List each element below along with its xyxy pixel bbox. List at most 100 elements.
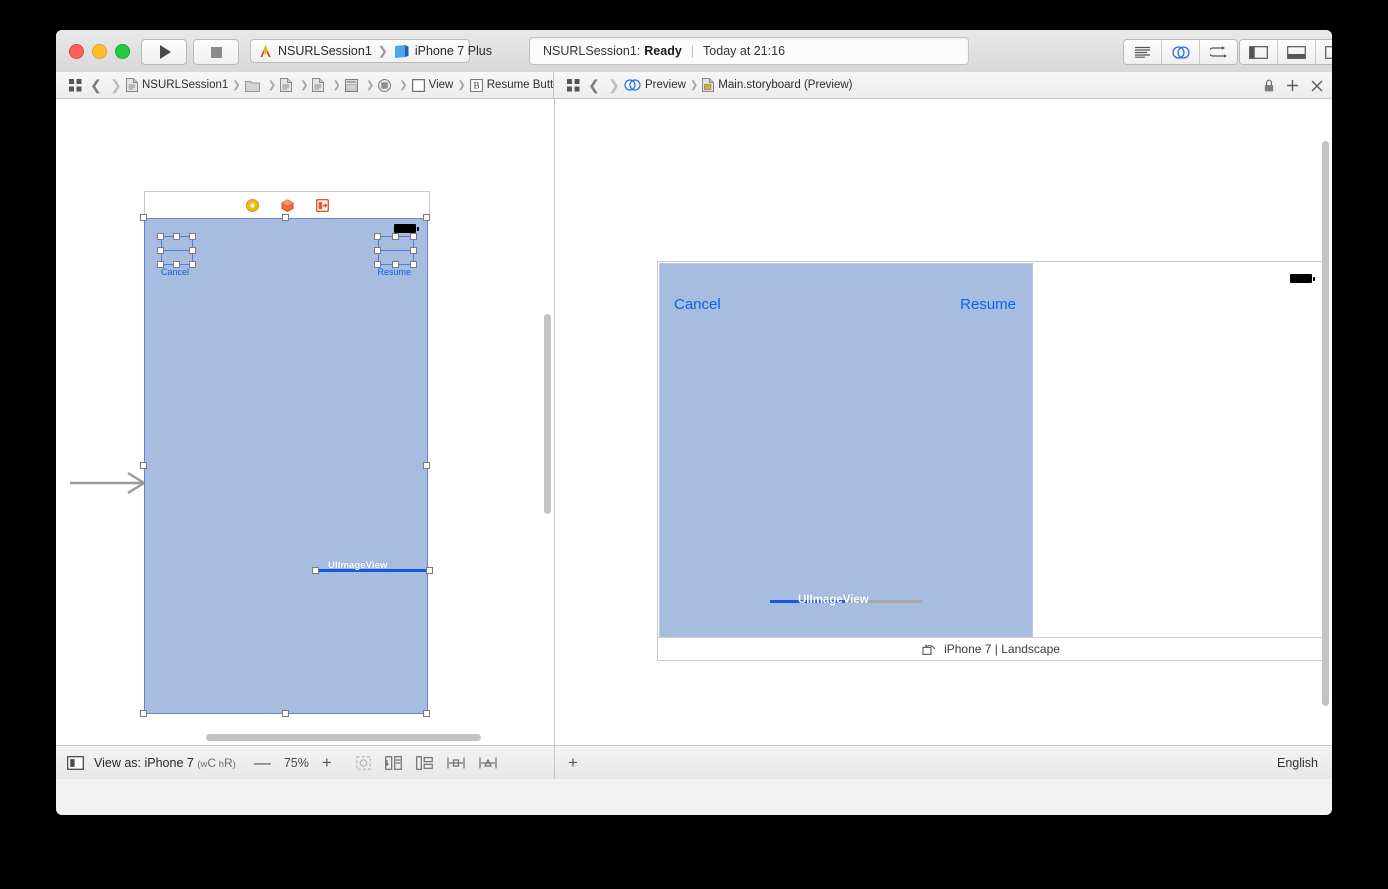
- selection-handle[interactable]: [423, 462, 430, 469]
- utilities-toggle-button[interactable]: [1316, 40, 1332, 64]
- preview-vertical-scrollbar[interactable]: [1322, 141, 1329, 706]
- lock-icon[interactable]: [1264, 79, 1274, 92]
- preview-device-caption-bar: iPhone 7 | Landscape: [658, 637, 1324, 660]
- close-window-button[interactable]: [69, 44, 84, 59]
- plus-icon[interactable]: [1286, 79, 1299, 92]
- run-button[interactable]: [141, 39, 187, 65]
- storyboard-entry-point-arrow: [70, 471, 147, 495]
- version-editor-button[interactable]: [1200, 40, 1237, 64]
- document-outline-icon: [67, 755, 84, 770]
- canvas-horizontal-scrollbar[interactable]: [206, 734, 481, 741]
- editor-mode-segmented-control[interactable]: [1123, 39, 1238, 65]
- interface-builder-canvas[interactable]: Cancel Resume UIImageView: [56, 99, 555, 745]
- breadcrumb-chevron-icon: ❯: [457, 79, 466, 91]
- selection-handle[interactable]: [140, 462, 147, 469]
- bottom-bar-left: View as: iPhone 7 (wC hR) — 75% +: [56, 746, 555, 779]
- breadcrumb-document-2[interactable]: [312, 78, 328, 92]
- breadcrumb-view[interactable]: View: [411, 78, 453, 92]
- breadcrumb-storyboard-preview[interactable]: Main.storyboard (Preview): [702, 78, 853, 92]
- jump-back-button[interactable]: ❮: [86, 74, 106, 96]
- zoom-in-button[interactable]: +: [322, 754, 332, 771]
- preview-jump-back-button[interactable]: ❮: [584, 74, 604, 96]
- view-controller-icon: [378, 78, 392, 92]
- breadcrumb-chevron-icon: ❯: [332, 79, 341, 91]
- minimize-window-button[interactable]: [92, 44, 107, 59]
- assistant-editor-button[interactable]: [1162, 40, 1200, 64]
- jump-forward-button[interactable]: ❯: [106, 74, 126, 96]
- canvas-image-view-label: UIImageView: [328, 560, 388, 571]
- breadcrumb-chevron-icon: ❯: [365, 79, 375, 91]
- view-as-control[interactable]: View as: iPhone 7 (wC hR): [94, 756, 236, 770]
- view-controller-scene[interactable]: Cancel Resume UIImageView: [140, 191, 433, 717]
- utilities-panel-icon: [1325, 45, 1332, 59]
- add-preview-button[interactable]: +: [568, 753, 578, 773]
- breadcrumb-view-controller[interactable]: [378, 78, 395, 92]
- canvas-image-view[interactable]: UIImageView: [312, 560, 433, 575]
- selection-handle[interactable]: [423, 710, 430, 717]
- canvas-vertical-scrollbar[interactable]: [544, 314, 551, 514]
- canvas-cancel-button[interactable]: Cancel: [161, 267, 189, 277]
- standard-editor-button[interactable]: [1124, 40, 1162, 64]
- zoom-out-button[interactable]: —: [254, 754, 271, 771]
- status-divider: |: [690, 44, 695, 58]
- debug-panel-icon: [1287, 45, 1306, 59]
- trait-hr: R: [223, 755, 233, 770]
- selection-handle[interactable]: [140, 710, 147, 717]
- preview-pane[interactable]: Cancel Resume UIImageView iPhone 7 | Lan…: [555, 99, 1332, 745]
- root-view[interactable]: Cancel Resume: [144, 218, 428, 714]
- document-icon: [280, 78, 293, 92]
- zoom-window-button[interactable]: [115, 44, 130, 59]
- related-items-button-preview[interactable]: [562, 74, 584, 96]
- preview-image-view: UIImageView: [770, 594, 922, 608]
- document-outline-toggle-button[interactable]: [67, 755, 84, 770]
- preview-bar-actions: [1264, 72, 1323, 99]
- breadcrumb-scene[interactable]: [344, 78, 362, 92]
- breadcrumb-project-label: NSURLSession1: [142, 79, 229, 91]
- breadcrumb-preview-mode[interactable]: Preview: [624, 79, 686, 91]
- breadcrumb-folder[interactable]: [244, 79, 264, 92]
- zoom-level[interactable]: 75%: [284, 756, 309, 770]
- document-icon: [312, 78, 325, 92]
- preview-device-caption[interactable]: iPhone 7 | Landscape: [944, 642, 1060, 656]
- selection-handle[interactable]: [140, 214, 147, 221]
- first-responder-dock-icon[interactable]: [281, 198, 294, 212]
- selection-handle[interactable]: [426, 566, 433, 574]
- related-items-button[interactable]: [64, 74, 86, 96]
- status-timestamp: Today at 21:16: [703, 44, 786, 58]
- preview-resume-button[interactable]: Resume: [960, 296, 1016, 313]
- navigator-toggle-button[interactable]: [1240, 40, 1278, 64]
- panel-toggle-segmented-control[interactable]: [1239, 39, 1332, 65]
- xcode-window: NSURLSession1 ❯ iPhone 7 Plus NSURLSessi…: [56, 30, 1332, 815]
- storyboard-scene-icon: [344, 78, 358, 92]
- resolve-auto-layout-issues-button[interactable]: [415, 755, 433, 770]
- breadcrumb-project[interactable]: NSURLSession1: [126, 78, 228, 92]
- align-button[interactable]: [447, 756, 465, 770]
- preview-cancel-button[interactable]: Cancel: [674, 296, 721, 313]
- scheme-selector[interactable]: NSURLSession1 ❯ iPhone 7 Plus: [250, 39, 492, 63]
- debug-area-toggle-button[interactable]: [1278, 40, 1316, 64]
- preview-device-frame[interactable]: Cancel Resume UIImageView iPhone 7 | Lan…: [657, 261, 1325, 661]
- add-new-constraints-button[interactable]: [479, 756, 497, 770]
- embed-in-button[interactable]: [384, 755, 402, 770]
- selection-handle[interactable]: [312, 566, 319, 574]
- preview-language-selector[interactable]: English: [1277, 746, 1318, 779]
- breadcrumb-document-1[interactable]: [280, 78, 296, 92]
- stop-button[interactable]: [193, 39, 239, 65]
- breadcrumb-storyboard-preview-label: Main.storyboard (Preview): [718, 79, 853, 91]
- preview-jump-forward-button[interactable]: ❯: [604, 74, 624, 96]
- add-new-constraints-icon: [479, 757, 497, 768]
- selection-handle[interactable]: [282, 710, 289, 717]
- update-frames-icon: [355, 755, 371, 770]
- status-state: Ready: [644, 44, 682, 58]
- breadcrumb-resume-button[interactable]: B Resume Button: [469, 78, 566, 92]
- selection-handle[interactable]: [423, 214, 430, 221]
- close-icon[interactable]: [1311, 80, 1323, 92]
- view-as-traits: (wC hR): [197, 755, 236, 770]
- canvas-resume-button[interactable]: Resume: [377, 267, 411, 277]
- rotate-device-icon[interactable]: [922, 642, 937, 656]
- view-controller-dock-icon[interactable]: [245, 198, 259, 212]
- exit-dock-icon[interactable]: [315, 198, 329, 212]
- trait-wc: C: [207, 755, 217, 770]
- update-frames-button[interactable]: [355, 755, 371, 770]
- selection-handle[interactable]: [282, 214, 289, 221]
